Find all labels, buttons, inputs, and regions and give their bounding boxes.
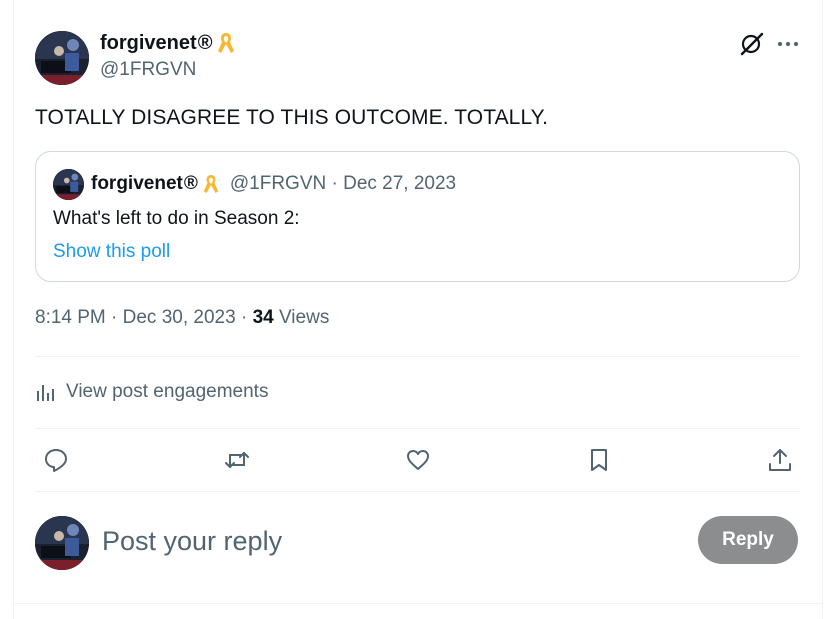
show-poll-link[interactable]: Show this poll	[53, 241, 170, 263]
post-timestamp[interactable]: 8:14 PM · Dec 30, 2023 · 34 Views	[35, 307, 329, 329]
like-icon[interactable]	[403, 445, 433, 475]
quoted-post-card[interactable]: forgivenet ® @1FRGVN · Dec 27, 2023 What…	[35, 151, 800, 282]
column-border-bottom	[13, 603, 823, 604]
views-count: 34	[252, 307, 274, 328]
quoted-post-meta: @1FRGVN · Dec 27, 2023	[229, 173, 457, 194]
quoted-post-header: forgivenet ® @1FRGVN · Dec 27, 2023	[91, 171, 456, 197]
reply-icon[interactable]	[41, 445, 71, 475]
avatar[interactable]	[35, 31, 89, 85]
registered-mark: ®	[197, 31, 213, 54]
quoted-display-name: forgivenet	[91, 173, 183, 194]
share-icon[interactable]	[765, 445, 795, 475]
column-border-right	[822, 0, 823, 619]
view-engagements-label[interactable]: View post engagements	[66, 381, 268, 403]
quoted-post-text: What's left to do in Season 2:	[53, 208, 300, 229]
column-border-left	[13, 0, 14, 619]
author-handle[interactable]: @1FRGVN	[100, 59, 196, 81]
divider	[35, 491, 800, 492]
author-name-row[interactable]: forgivenet ®	[100, 30, 236, 56]
yellow-ribbon-icon	[216, 31, 236, 55]
author-display-name[interactable]: forgivenet	[100, 32, 197, 55]
reply-button[interactable]: Reply	[698, 516, 798, 564]
analytics-icon	[37, 385, 54, 401]
repost-icon[interactable]	[222, 445, 252, 475]
divider	[35, 428, 800, 429]
post-time-date[interactable]: 8:14 PM · Dec 30, 2023 ·	[35, 307, 253, 328]
grok-icon[interactable]	[739, 31, 765, 57]
yellow-ribbon-icon	[202, 173, 220, 195]
quoted-avatar	[53, 169, 84, 200]
more-options-icon[interactable]	[776, 33, 800, 55]
post-text: TOTALLY DISAGREE TO THIS OUTCOME. TOTALL…	[35, 106, 549, 129]
views-label: Views	[273, 307, 330, 328]
reply-avatar	[35, 516, 89, 570]
divider	[35, 356, 800, 357]
reply-input[interactable]	[102, 522, 662, 560]
view-engagements-link[interactable]: View post engagements	[35, 378, 268, 406]
bookmark-icon[interactable]	[584, 445, 614, 475]
quoted-registered-mark: ®	[183, 173, 198, 194]
